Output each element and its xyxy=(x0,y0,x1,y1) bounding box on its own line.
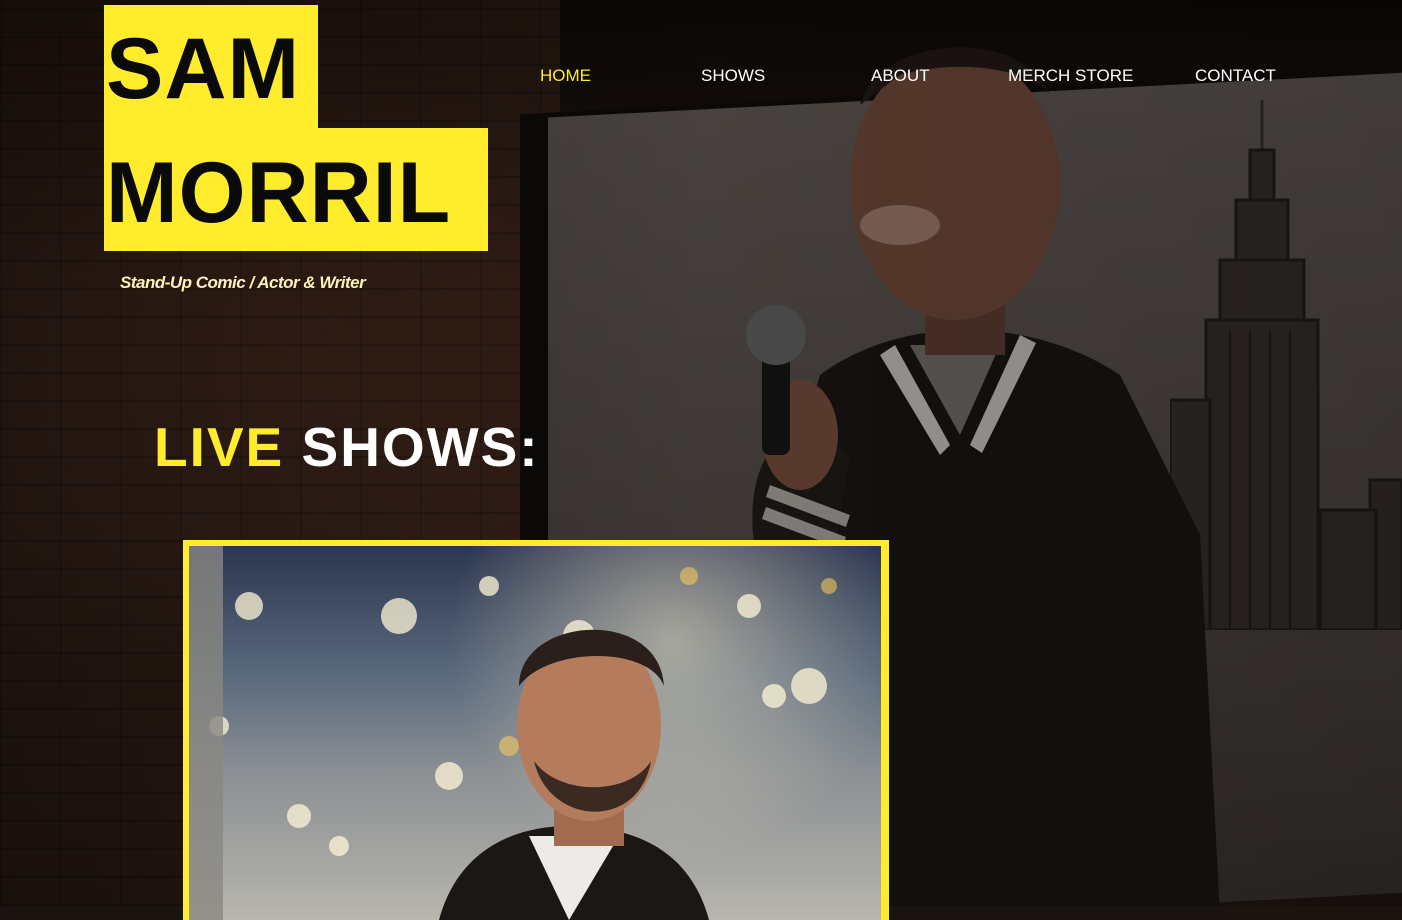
featured-photo-frame xyxy=(183,540,889,920)
live-shows-heading-accent: LIVE xyxy=(154,416,285,478)
main-navigation: HOME SHOWS ABOUT MERCH STORE CONTACT xyxy=(0,64,1402,90)
site-tagline: Stand-Up Comic / Actor & Writer xyxy=(120,273,366,292)
live-shows-heading: LIVE SHOWS: xyxy=(154,420,540,475)
featured-photo[interactable] xyxy=(189,546,881,920)
logo-line-last-name: MORRIL xyxy=(106,145,452,241)
nav-item-contact[interactable]: CONTACT xyxy=(1195,64,1276,88)
featured-photo-image xyxy=(189,546,837,920)
nav-item-about[interactable]: ABOUT xyxy=(871,64,930,88)
nav-item-home[interactable]: HOME xyxy=(540,64,591,88)
live-shows-heading-main: SHOWS: xyxy=(301,416,540,478)
nav-item-merch-store[interactable]: MERCH STORE xyxy=(1008,64,1133,88)
nav-item-shows[interactable]: SHOWS xyxy=(701,64,765,88)
